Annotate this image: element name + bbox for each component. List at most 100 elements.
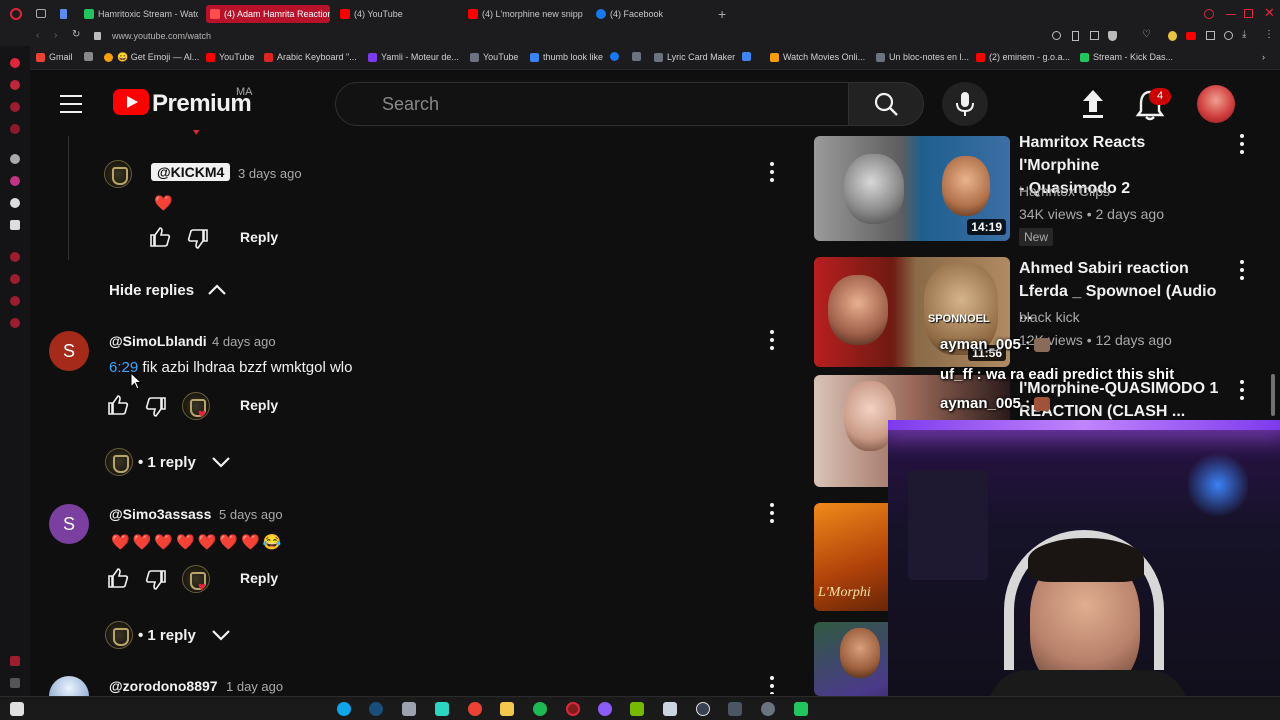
comment-time[interactable]: 5 days ago — [219, 507, 283, 522]
puzzle-icon[interactable] — [1206, 31, 1215, 40]
commenter-avatar[interactable] — [49, 676, 89, 696]
bookmark-item[interactable]: Lyric Card Maker — [654, 52, 735, 62]
bookmark-item[interactable]: YouTube — [470, 52, 518, 62]
search-tabs-icon[interactable] — [1204, 9, 1214, 19]
spotify-icon[interactable] — [533, 702, 547, 716]
chevron-down-icon[interactable] — [211, 628, 231, 642]
more-icon[interactable]: ⋮ — [1264, 29, 1274, 40]
reload-icon[interactable]: ↻ — [72, 29, 80, 40]
zoom-icon[interactable] — [1052, 31, 1061, 40]
app-icon[interactable] — [402, 702, 416, 716]
history-icon[interactable] — [10, 274, 20, 284]
messenger-icon[interactable] — [598, 702, 612, 716]
like-icon[interactable] — [148, 225, 172, 249]
bookmark-item[interactable]: 😀 Get Emoji — Al... — [104, 52, 199, 63]
author-chip[interactable]: @KICKM4 — [151, 163, 231, 181]
messenger-icon[interactable] — [10, 80, 20, 90]
maximize-icon[interactable] — [1244, 9, 1253, 18]
aria-icon[interactable] — [10, 58, 20, 68]
comment-author[interactable]: @SimoLblandi — [109, 333, 207, 349]
search-button[interactable] — [848, 82, 924, 126]
windows-start-icon[interactable] — [10, 702, 24, 716]
bookmark-item[interactable]: Stream - Kick Das... — [1080, 52, 1173, 62]
hide-replies-button[interactable]: Hide replies — [109, 282, 194, 299]
video-title[interactable]: l'Morphine-QUASIMODO 1 REACTION (CLASH .… — [1019, 377, 1229, 423]
whatsapp-icon[interactable] — [10, 102, 20, 112]
bookmark-item[interactable] — [632, 52, 641, 61]
app-icon[interactable] — [663, 702, 677, 716]
comment-time[interactable]: 4 days ago — [212, 334, 276, 349]
commenter-avatar[interactable]: S — [49, 331, 89, 371]
commenter-avatar[interactable] — [104, 160, 132, 188]
bookmarks-icon[interactable] — [10, 252, 20, 262]
extension-icon[interactable] — [1168, 31, 1177, 41]
extensions-icon[interactable] — [10, 318, 20, 328]
bookmark-item[interactable]: Yamli - Moteur de... — [368, 52, 459, 62]
gx-icon[interactable] — [10, 656, 20, 666]
sidebar-scrollbar[interactable] — [1271, 374, 1275, 416]
bookmark-item[interactable]: Watch Movies Onli... — [770, 52, 865, 62]
bookmark-item[interactable]: YouTube — [206, 52, 254, 62]
audio-icon[interactable] — [728, 702, 742, 716]
bookmark-item[interactable]: Un bloc-notes en l... — [876, 52, 969, 62]
dislike-icon[interactable] — [144, 568, 168, 592]
store-icon[interactable] — [435, 702, 449, 716]
telegram-icon[interactable] — [10, 124, 20, 134]
back-icon[interactable]: ‹ — [36, 30, 39, 41]
instagram-icon[interactable] — [10, 176, 20, 186]
reply-button[interactable]: Reply — [240, 570, 278, 586]
edge-icon[interactable] — [337, 702, 351, 716]
kick-icon[interactable] — [794, 702, 808, 716]
screenshot-icon[interactable] — [1090, 31, 1099, 40]
tiktok-icon[interactable] — [10, 198, 20, 208]
chrome-icon[interactable] — [468, 702, 482, 716]
account-avatar[interactable] — [1197, 85, 1235, 123]
channel-name[interactable]: Hamritox Clips — [1019, 183, 1110, 199]
shield-icon[interactable] — [1108, 31, 1117, 41]
comment-menu-icon[interactable] — [769, 503, 775, 525]
video-thumbnail[interactable]: 14:19 — [814, 136, 1010, 241]
dislike-icon[interactable] — [186, 227, 210, 251]
obs-icon[interactable] — [696, 702, 710, 716]
view-replies-button[interactable]: • 1 reply — [138, 627, 196, 644]
bookmark-item[interactable] — [84, 52, 93, 61]
comment-time[interactable]: 3 days ago — [238, 166, 302, 181]
comment-menu-icon[interactable] — [769, 676, 775, 694]
downloads-icon[interactable] — [10, 296, 20, 306]
comment-author[interactable]: @zorodono8897 — [109, 678, 218, 694]
comment-author[interactable]: @Simo3assass — [109, 506, 211, 522]
folder-icon[interactable] — [500, 702, 514, 716]
youtube-ext-icon[interactable] — [1186, 32, 1196, 40]
hamburger-menu-icon[interactable] — [58, 94, 84, 114]
upload-button[interactable] — [1078, 88, 1108, 120]
tab-grid-icon[interactable] — [36, 9, 46, 18]
steam-icon[interactable] — [369, 702, 383, 716]
reply-button[interactable]: Reply — [240, 397, 278, 413]
browser-tab[interactable]: (4) Facebook — [592, 5, 712, 23]
bookmark-item[interactable]: Arabic Keyboard "... — [264, 52, 357, 62]
opera-menu-icon[interactable] — [10, 8, 22, 20]
heart-icon[interactable]: ♡ — [1142, 29, 1151, 40]
like-icon[interactable] — [106, 566, 130, 590]
video-menu-icon[interactable] — [1239, 134, 1245, 156]
bookmark-item[interactable]: (2) eminem - g.o.a... — [976, 52, 1070, 62]
browser-tab[interactable]: (4) L'morphine new snipp — [464, 5, 588, 23]
view-replies-button[interactable]: • 1 reply — [138, 454, 196, 471]
video-menu-icon[interactable] — [1239, 260, 1245, 282]
chevron-down-icon[interactable] — [211, 455, 231, 469]
opera-icon[interactable] — [566, 702, 580, 716]
reply-button[interactable]: Reply — [240, 229, 278, 245]
dislike-icon[interactable] — [144, 395, 168, 419]
settings-icon[interactable] — [10, 154, 20, 164]
channel-name[interactable]: black kick — [1019, 309, 1080, 325]
like-icon[interactable] — [106, 393, 130, 417]
video-menu-icon[interactable] — [1239, 380, 1245, 402]
chevron-up-icon[interactable] — [207, 283, 227, 297]
comment-time[interactable]: 1 day ago — [226, 679, 283, 694]
bookmark-item[interactable] — [742, 52, 751, 61]
browser-tab[interactable]: (4) YouTube — [336, 5, 456, 23]
voice-search-button[interactable] — [942, 82, 988, 126]
more-icon[interactable] — [10, 678, 20, 688]
bookmark-item[interactable]: thumb look like — [530, 52, 603, 62]
profile-icon[interactable] — [1224, 31, 1233, 40]
